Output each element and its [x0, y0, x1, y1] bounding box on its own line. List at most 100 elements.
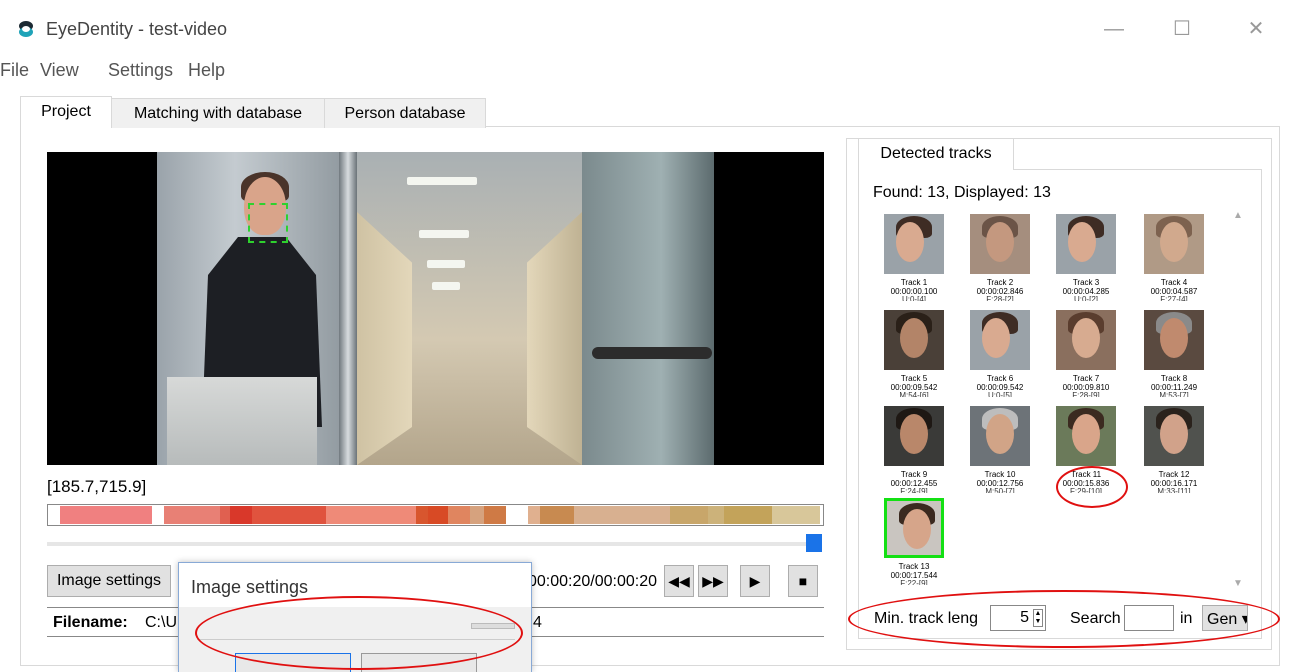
track-item[interactable]: Track 12 00:00:16.171 M:33-[11] — [1140, 406, 1208, 498]
min-track-length-spinbox[interactable]: 5 ▲ ▼ — [990, 605, 1046, 631]
cursor-coordinates: [185.7,715.9] — [47, 477, 147, 496]
play-icon[interactable]: ▶ — [740, 565, 770, 597]
track-item[interactable]: Track 2 00:00:02.846 F:28-[2] — [966, 214, 1034, 306]
track-thumbnail — [1056, 310, 1116, 370]
scroll-up-icon[interactable]: ▲ — [1230, 210, 1246, 224]
track-time: 00:00:12.455 — [890, 479, 938, 488]
track-item[interactable]: Track 11 00:00:15.836 F:29-[10] — [1052, 406, 1120, 498]
tab-project[interactable]: Project — [20, 96, 112, 128]
track-item[interactable]: Track 10 00:00:12.756 M:50-[7] — [966, 406, 1034, 498]
track-attributes: F:22-[9] — [900, 580, 928, 585]
dialog-small-control[interactable] — [471, 623, 515, 629]
filename-value: C:\U — [145, 614, 177, 631]
tracks-scrollbar[interactable]: ▲ ▼ — [1230, 210, 1246, 594]
rewind-icon[interactable]: ◀◀ — [664, 565, 694, 597]
dialog-cancel-button[interactable] — [361, 653, 477, 672]
maximize-icon[interactable]: ☐ — [1162, 14, 1202, 44]
track-item[interactable]: Track 7 00:00:09.810 F:28-[9] — [1052, 310, 1120, 402]
close-icon[interactable]: ✕ — [1236, 14, 1276, 44]
track-time: 00:00:09.810 — [1062, 383, 1110, 392]
track-timeline[interactable] — [47, 504, 824, 526]
track-thumbnail — [970, 214, 1030, 274]
track-name: Track 11 — [1070, 470, 1102, 479]
seek-slider-thumb[interactable] — [806, 534, 822, 552]
track-attributes: M:54-[6] — [899, 392, 929, 397]
track-thumbnail-selected — [884, 498, 944, 558]
gender-select[interactable]: Gen ▾ — [1202, 605, 1248, 631]
track-attributes: U:0-[5] — [987, 392, 1012, 397]
minimize-icon[interactable]: — — [1094, 14, 1134, 44]
track-name: Track 10 — [984, 470, 1016, 479]
track-name: Track 3 — [1072, 278, 1100, 287]
menu-settings[interactable]: Settings — [108, 60, 173, 81]
menu-file[interactable]: File — [0, 60, 29, 81]
track-name: Track 5 — [900, 374, 928, 383]
track-name: Track 12 — [1158, 470, 1190, 479]
tab-person-database[interactable]: Person database — [324, 98, 486, 128]
track-thumbnail — [1056, 406, 1116, 466]
track-attributes: F:29-[10] — [1069, 488, 1102, 493]
track-name: Track 6 — [986, 374, 1014, 383]
track-item[interactable]: Track 8 00:00:11.249 M:53-[7] — [1140, 310, 1208, 402]
tab-detected-tracks[interactable]: Detected tracks — [858, 138, 1014, 170]
track-item[interactable]: Track 6 00:00:09.542 U:0-[5] — [966, 310, 1034, 402]
track-name: Track 13 — [898, 562, 930, 571]
fast-forward-icon[interactable]: ▶▶ — [698, 565, 728, 597]
menu-bar: File View Settings Help — [0, 56, 1293, 84]
track-thumbnail — [1144, 214, 1204, 274]
track-time: 00:00:17.544 — [890, 571, 938, 580]
video-player[interactable] — [47, 152, 824, 465]
spin-arrows-icon[interactable]: ▲ ▼ — [1033, 609, 1043, 627]
menu-view[interactable]: View — [40, 60, 79, 81]
track-item[interactable]: Track 9 00:00:12.455 F:24-[9] — [880, 406, 948, 498]
track-attributes: F:28-[2] — [986, 296, 1014, 301]
track-thumbnail — [884, 406, 944, 466]
track-thumbnail — [1144, 310, 1204, 370]
scroll-down-icon[interactable]: ▼ — [1230, 578, 1246, 592]
track-attributes: M:53-[7] — [1159, 392, 1189, 397]
seek-slider-track[interactable] — [47, 542, 807, 546]
track-name: Track 4 — [1160, 278, 1188, 287]
min-track-length-label: Min. track leng — [874, 610, 979, 627]
face-detection-box — [248, 203, 288, 243]
stop-icon[interactable]: ■ — [788, 565, 818, 597]
track-attributes: U:0-[4] — [901, 296, 926, 301]
tab-matching-with-database[interactable]: Matching with database — [111, 98, 325, 128]
dialog-title: Image settings — [191, 577, 309, 597]
track-attributes: F:27-[4] — [1160, 296, 1188, 301]
track-item[interactable]: Track 1 00:00:00.100 U:0-[4] — [880, 214, 948, 306]
track-time: 00:00:00.100 — [890, 287, 938, 296]
track-thumbnail — [1056, 214, 1116, 274]
in-label: in — [1180, 610, 1193, 627]
track-time: 00:00:11.249 — [1150, 383, 1198, 392]
track-thumbnail — [970, 406, 1030, 466]
dropdown-arrow-icon: ▾ — [1242, 611, 1247, 628]
image-settings-button[interactable]: Image settings — [47, 565, 171, 597]
track-time: 00:00:04.587 — [1150, 287, 1198, 296]
track-thumbnail — [884, 214, 944, 274]
app-logo-icon — [19, 21, 33, 37]
track-item[interactable]: Track 13 00:00:17.544 F:22-[9] — [880, 498, 948, 590]
track-time: 00:00:09.542 — [976, 383, 1024, 392]
tracks-found-count: Found: 13, Displayed: 13 — [873, 184, 1051, 201]
track-attributes: M:33-[11] — [1157, 488, 1191, 493]
track-item[interactable]: Track 5 00:00:09.542 M:54-[6] — [880, 310, 948, 402]
track-time: 00:00:04.285 — [1062, 287, 1110, 296]
menu-help[interactable]: Help — [188, 60, 225, 81]
track-attributes: M:50-[7] — [985, 488, 1015, 493]
track-attributes: F:28-[9] — [1072, 392, 1100, 397]
track-item[interactable]: Track 4 00:00:04.587 F:27-[4] — [1140, 214, 1208, 306]
search-input[interactable] — [1124, 605, 1174, 631]
track-item[interactable]: Track 3 00:00:04.285 U:0-[2] — [1052, 214, 1120, 306]
window-title: EyeDentity - test-video — [46, 19, 228, 39]
track-name: Track 7 — [1072, 374, 1100, 383]
track-time: 00:00:02.846 — [976, 287, 1024, 296]
image-settings-dialog[interactable]: Image settings — [178, 562, 532, 672]
dialog-ok-button[interactable] — [235, 653, 351, 672]
filename-label: Filename: — [53, 614, 128, 631]
track-name: Track 9 — [900, 470, 928, 479]
track-time: 00:00:15.836 — [1062, 479, 1110, 488]
track-attributes: F:24-[9] — [900, 488, 928, 493]
track-time: 00:00:09.542 — [890, 383, 938, 392]
track-name: Track 8 — [1160, 374, 1188, 383]
